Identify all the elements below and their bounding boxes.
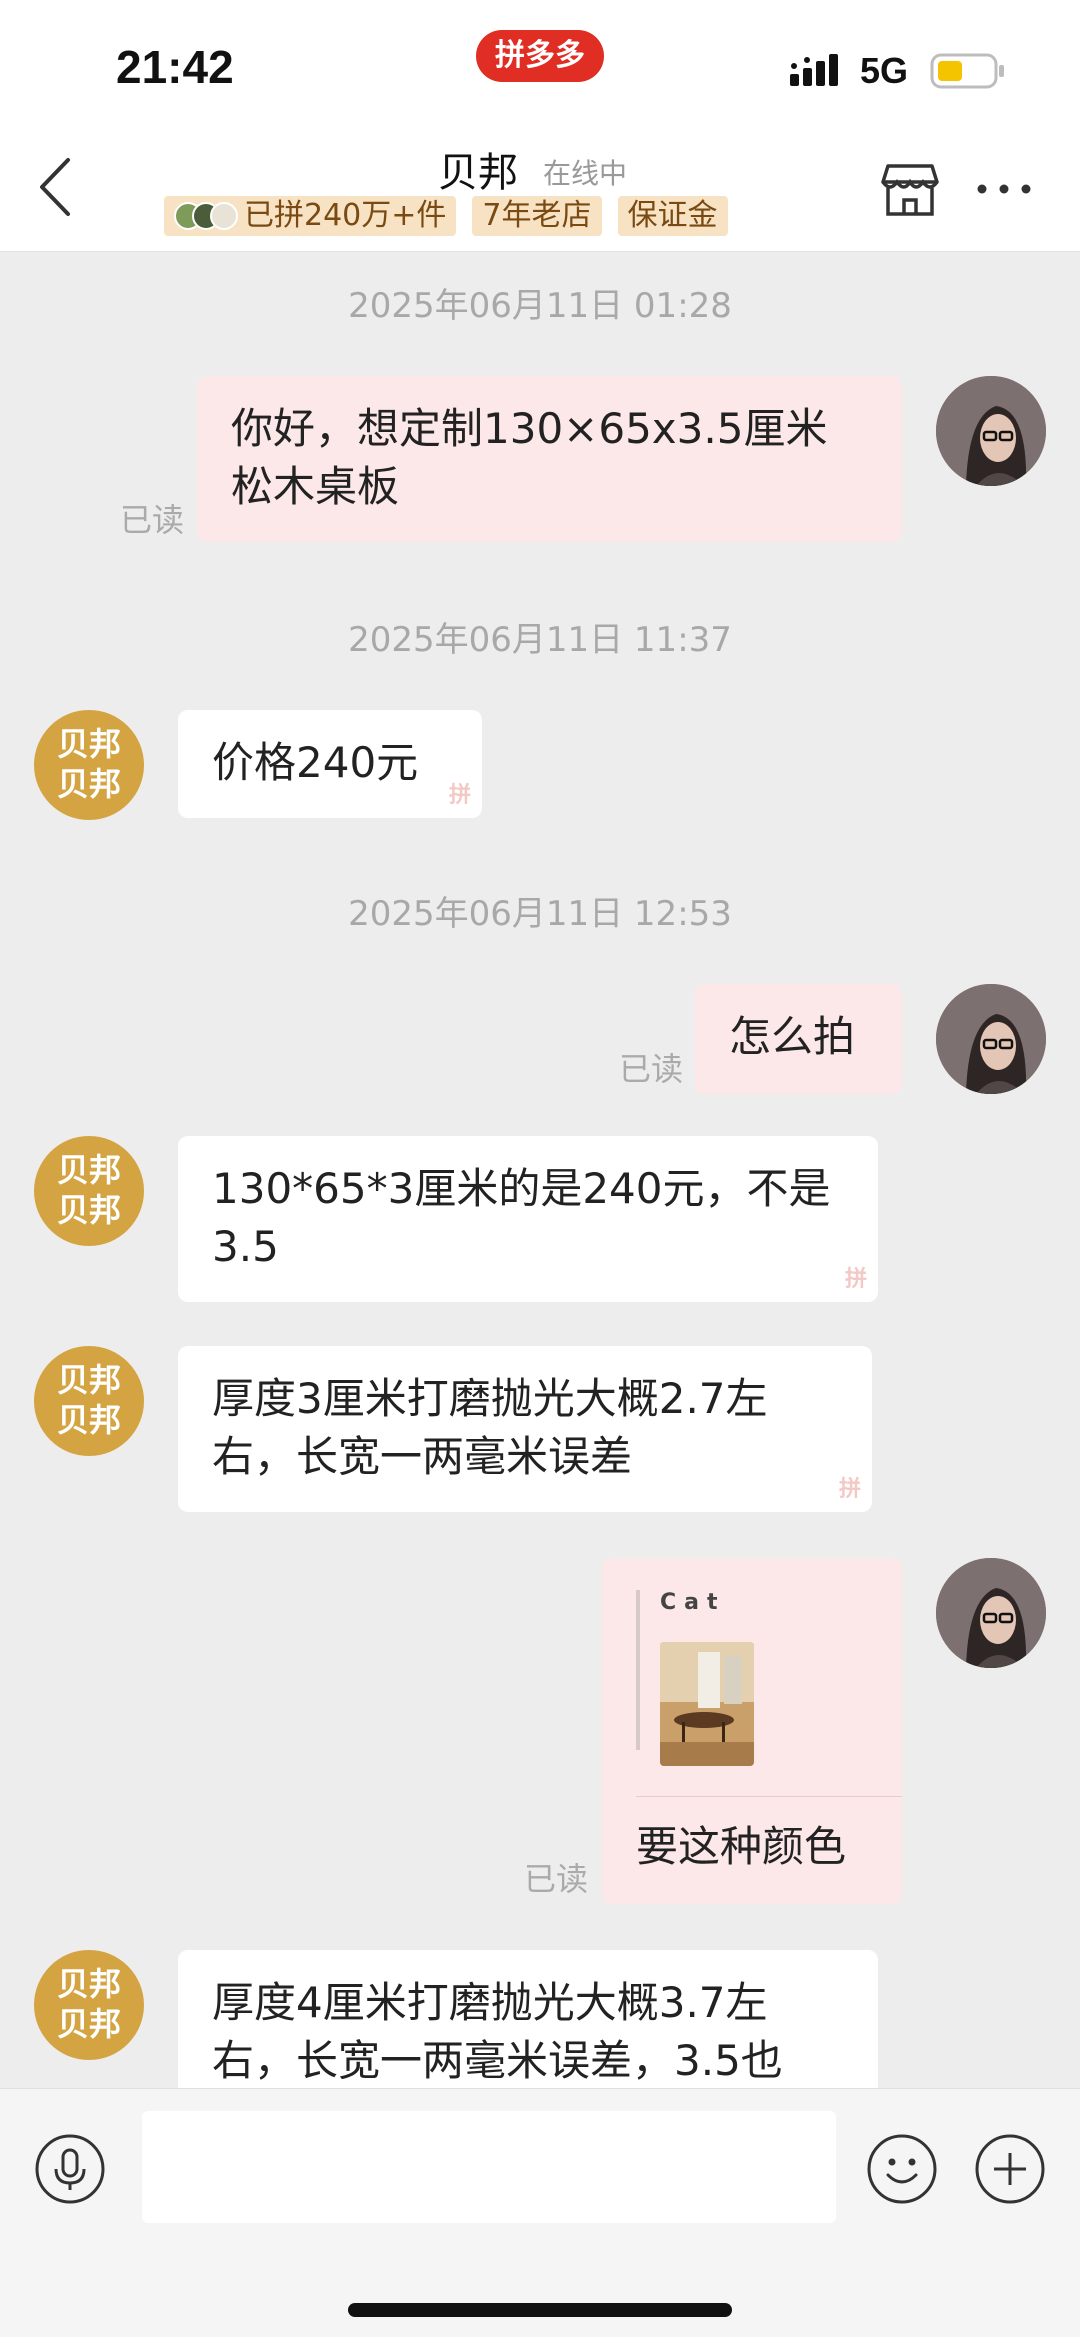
shop-avatar-text: 贝邦	[56, 1191, 121, 1229]
chat-header: 贝邦 在线中 已拼240万+件 7年老店 保证金	[0, 130, 1080, 252]
message-input[interactable]	[142, 2111, 836, 2223]
shop-avatar-text: 贝邦	[56, 1401, 121, 1439]
message-bubble-outgoing[interactable]: 怎么拍	[695, 984, 902, 1094]
message-bubble-outgoing[interactable]: 你好，想定制130×65x3.5厘米松木桌板	[197, 376, 902, 542]
shop-avatar[interactable]: 贝邦 贝邦	[34, 1346, 144, 1456]
shop-avatar-text: 贝邦	[56, 1151, 121, 1189]
signal-icon	[790, 54, 838, 86]
read-status: 已读	[120, 501, 185, 539]
message-text: 130*65*3厘米的是240元，不是3.5	[212, 1164, 831, 1271]
buyer-avatars	[174, 202, 238, 230]
card-thumbnail-image	[660, 1642, 754, 1766]
pinduoduo-watermark: 拼	[844, 1267, 867, 1292]
battery-icon	[930, 53, 1004, 89]
emoji-icon[interactable]	[866, 2133, 938, 2205]
card-caption: 要这种颜色	[602, 1818, 902, 1898]
card-title: Cat	[660, 1590, 726, 1615]
message-text: 你好，想定制130×65x3.5厘米松木桌板	[231, 404, 828, 511]
message-text: 要这种颜色	[636, 1822, 847, 1871]
pinduoduo-watermark: 拼	[838, 1477, 861, 1502]
deposit-tag: 保证金	[617, 196, 728, 236]
read-status: 已读	[619, 1050, 684, 1088]
plus-icon[interactable]	[974, 2133, 1046, 2205]
user-avatar-image	[936, 1558, 1046, 1668]
user-avatar-image	[936, 984, 1046, 1094]
shop-avatar-text: 贝邦	[56, 1965, 121, 2003]
user-avatar[interactable]	[936, 984, 1046, 1094]
message-bubble-incoming[interactable]: 厚度3厘米打磨抛光大概2.7左右，长宽一两毫米误差 拼	[178, 1346, 872, 1512]
message-bubble-incoming[interactable]: 130*65*3厘米的是240元，不是3.5 拼	[178, 1136, 878, 1302]
shop-avatar-text: 贝邦	[56, 725, 121, 763]
online-status: 在线中	[543, 157, 628, 190]
user-avatar-image	[936, 376, 1046, 486]
message-text: 厚度4厘米打磨抛光大概3.7左右，长宽一两毫米误差，3.5也	[212, 1978, 783, 2085]
shop-tags: 已拼240万+件 7年老店 保证金	[164, 196, 728, 236]
more-icon[interactable]	[976, 182, 1032, 196]
shop-avatar-text: 贝邦	[56, 1361, 121, 1399]
card-quote-bar	[636, 1590, 640, 1750]
message-text: 厚度3厘米打磨抛光大概2.7左右，长宽一两毫米误差	[212, 1374, 768, 1481]
message-bubble-incoming[interactable]: 价格240元 拼	[178, 710, 482, 818]
microphone-icon[interactable]	[34, 2133, 106, 2205]
home-indicator[interactable]	[348, 2303, 732, 2317]
status-time: 21:42	[116, 41, 234, 93]
timestamp: 2025年06月11日 12:53	[348, 894, 732, 934]
user-avatar[interactable]	[936, 376, 1046, 486]
shop-avatar[interactable]: 贝邦 贝邦	[34, 710, 144, 820]
store-icon[interactable]	[880, 160, 940, 220]
shop-name[interactable]: 贝邦	[438, 140, 518, 198]
status-bar: 21:42 拼多多 5G	[0, 0, 1080, 130]
shop-avatar-text: 贝邦	[56, 2005, 121, 2043]
store-age-tag: 7年老店	[472, 196, 602, 236]
shop-avatar[interactable]: 贝邦 贝邦	[34, 1950, 144, 2060]
read-status: 已读	[524, 1860, 589, 1898]
shop-avatar-text: 贝邦	[56, 765, 121, 803]
chat-message-list[interactable]: 2025年06月11日 01:28 你好，想定制130×65x3.5厘米松木桌板…	[0, 252, 1080, 2088]
sales-tag: 已拼240万+件	[164, 196, 457, 236]
card-divider	[636, 1796, 902, 1797]
user-avatar[interactable]	[936, 1558, 1046, 1668]
card-thumbnail[interactable]	[660, 1642, 754, 1766]
sales-tag-label: 已拼240万+件	[244, 198, 447, 233]
timestamp: 2025年06月11日 11:37	[348, 620, 732, 660]
pinduoduo-badge[interactable]: 拼多多	[476, 30, 604, 82]
message-bubble-incoming[interactable]: 厚度4厘米打磨抛光大概3.7左右，长宽一两毫米误差，3.5也	[178, 1950, 878, 2088]
message-text: 价格240元	[212, 738, 419, 787]
message-text: 怎么拍	[729, 1012, 856, 1061]
timestamp: 2025年06月11日 01:28	[348, 286, 732, 326]
pinduoduo-watermark: 拼	[448, 783, 471, 808]
back-icon[interactable]	[34, 154, 78, 220]
shop-avatar[interactable]: 贝邦 贝邦	[34, 1136, 144, 1246]
network-label: 5G	[860, 50, 909, 91]
message-input-bar	[0, 2088, 1080, 2337]
